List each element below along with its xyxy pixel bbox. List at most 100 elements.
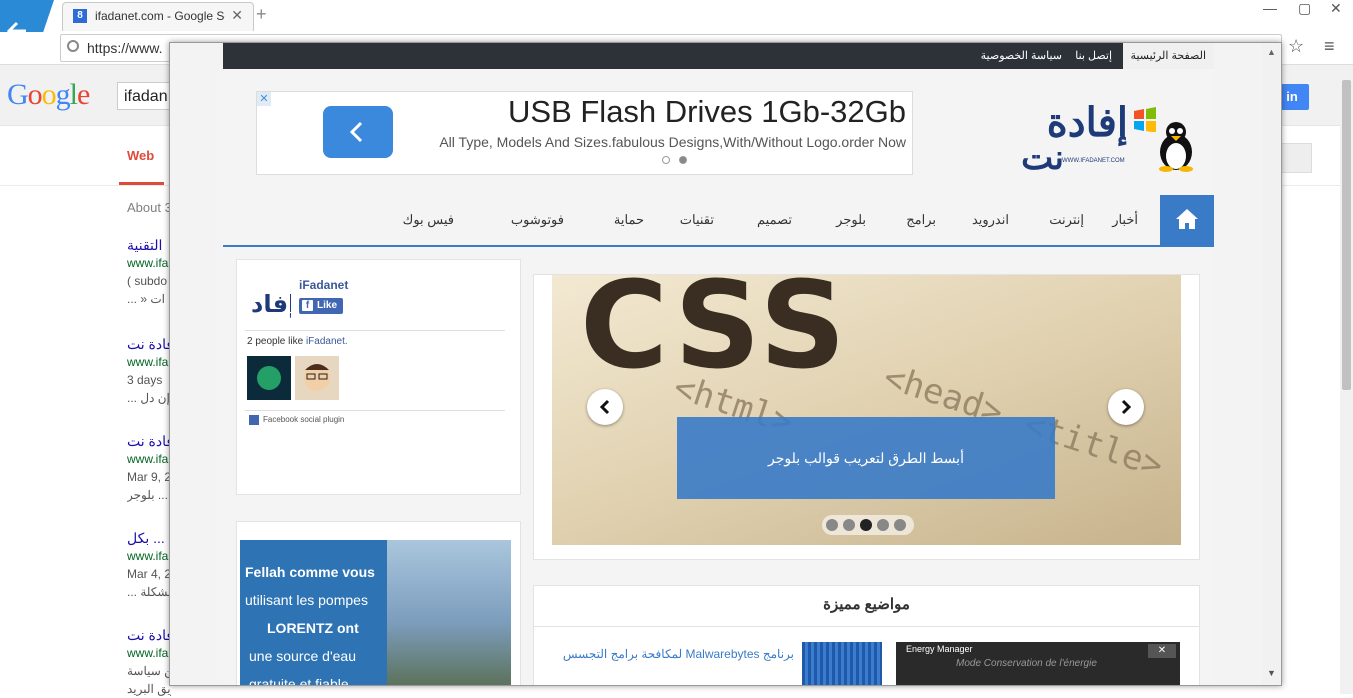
ad-text-line: une source d'eau xyxy=(249,648,356,664)
facebook-like-button[interactable]: f Like xyxy=(299,298,343,314)
result-title[interactable]: فادة نت xyxy=(127,432,171,450)
site-logo[interactable]: إفادة نت WWW.IFADANET.COM xyxy=(1008,98,1198,177)
nav-item[interactable]: حماية xyxy=(614,195,644,245)
fan-avatar[interactable] xyxy=(295,356,339,400)
result-stats: About 3 xyxy=(127,200,172,215)
slider-dot[interactable] xyxy=(826,519,838,531)
topbar-link-home[interactable]: الصفحة الرئيسية xyxy=(1122,43,1214,69)
divider xyxy=(245,330,505,331)
close-icon[interactable]: ✕ xyxy=(231,7,243,24)
slide-caption[interactable]: أبسط الطرق لتعريب قوالب بلوجر xyxy=(677,417,1055,499)
google-logo-letter: o xyxy=(27,78,43,111)
globe-icon xyxy=(67,40,79,52)
slider-dot[interactable] xyxy=(894,519,906,531)
nav-item[interactable]: تصميم xyxy=(757,195,792,245)
facebook-icon: f xyxy=(302,300,313,311)
google-logo-letter: g xyxy=(55,78,71,111)
nav-item[interactable]: تقنيات xyxy=(680,195,714,245)
slider-dot[interactable] xyxy=(843,519,855,531)
scroll-up-icon[interactable]: ▲ xyxy=(1267,47,1276,57)
slider-dot[interactable] xyxy=(860,519,872,531)
topbar-link-privacy[interactable]: سياسة الخصوصية xyxy=(973,43,1070,69)
google-favicon-icon: 8 xyxy=(73,9,87,23)
featured-posts: مواضيع مميزة برنامج Malwarebytes لمكافحة… xyxy=(533,585,1200,685)
search-result[interactable]: فادة نت www.ifa 3 days ... إن دل xyxy=(127,335,171,407)
main-nav: أخبار إنترنت اندرويد برامج بلوجر تصميم تقنيات ح… xyxy=(223,195,1214,247)
facebook-icon xyxy=(249,415,259,425)
slider-dots xyxy=(822,515,914,535)
ad-panel xyxy=(240,540,400,685)
chrome-menu-icon[interactable]: ≡ xyxy=(1324,36,1335,57)
result-title[interactable]: التقنية xyxy=(127,236,171,254)
result-snippet: ... إن دل xyxy=(127,391,170,405)
result-title[interactable]: بكل ... xyxy=(127,529,171,547)
search-result[interactable]: التقنية www.ifa ( subdo ... » ات xyxy=(127,236,171,308)
nav-item[interactable]: بلوجر xyxy=(836,195,866,245)
site-topbar: الصفحة الرئيسية إتصل بنا سياسة الخصوصية xyxy=(223,43,1214,69)
slider-next-button[interactable] xyxy=(1108,389,1144,425)
tab-web[interactable]: Web xyxy=(127,148,154,163)
result-title[interactable]: فادة نت xyxy=(127,626,171,644)
ad-dot-active[interactable] xyxy=(679,156,687,164)
close-icon: ✕ xyxy=(1148,644,1176,658)
google-logo-letter: G xyxy=(7,78,29,111)
browser-tab[interactable]: 8 ifadanet.com - Google Se... ✕ xyxy=(62,2,254,31)
result-snippet: Mar 9, 2 xyxy=(127,470,171,484)
nav-home-button[interactable] xyxy=(1160,195,1214,245)
facebook-page-name[interactable]: iFadanet xyxy=(299,278,348,292)
nav-item[interactable]: فوتوشوب xyxy=(511,195,564,245)
facebook-plugin-label[interactable]: Facebook social plugin xyxy=(249,415,344,425)
featured-post-thumbnail[interactable] xyxy=(802,642,882,685)
tab-title: ifadanet.com - Google Se... xyxy=(95,9,225,23)
result-snippet: بلوجر ... xyxy=(127,488,168,502)
fan-avatar[interactable] xyxy=(247,356,291,400)
search-result[interactable]: بكل ... www.ifa Mar 4, 2 ... مشكلة xyxy=(127,529,171,601)
lorentz-ad[interactable]: Fellah comme vous utilisant les pompes LOR… xyxy=(236,521,521,686)
facebook-widget: إفاد iFadanet fLike 2 people like iFadan… xyxy=(236,259,521,495)
home-icon xyxy=(1176,209,1198,229)
ad-arrow-button[interactable] xyxy=(323,106,393,158)
google-logo-letter: e xyxy=(77,78,90,111)
site-logo-thumbnail: إفاد xyxy=(247,278,291,322)
nav-item[interactable]: اندرويد xyxy=(972,195,1009,245)
search-input[interactable]: ifadan xyxy=(117,82,177,110)
usb-ad-banner[interactable]: ✕ USB Flash Drives 1Gb-32Gb All Type, Mo… xyxy=(256,91,913,175)
google-logo[interactable]: Google xyxy=(7,78,90,112)
preview-popup: الصفحة الرئيسية إتصل بنا سياسة الخصوصية … xyxy=(169,42,1282,686)
chevron-left-icon xyxy=(349,121,363,143)
ad-text-line: utilisant les pompes xyxy=(245,592,368,608)
page-scrollbar-thumb[interactable] xyxy=(1342,80,1351,390)
result-url: www.ifa xyxy=(127,452,169,466)
result-title[interactable]: فادة نت xyxy=(127,335,171,353)
search-result[interactable]: فادة نت www.ifa Mar 9, 2 بلوجر ... xyxy=(127,432,171,504)
slide-image[interactable]: CSS <html> <head> <title> أبسط الطرق لتع… xyxy=(552,275,1181,545)
ad-text-line: gratuite et fiable xyxy=(249,676,349,686)
new-tab-button[interactable]: + xyxy=(256,4,267,25)
ad-photo xyxy=(387,540,511,685)
popup-scrollbar[interactable] xyxy=(1262,43,1280,685)
featured-post-thumbnail[interactable]: Energy Manager Mode Conservation de l'én… xyxy=(896,642,1180,685)
result-url: www.ifa xyxy=(127,549,169,563)
minimize-button[interactable]: — xyxy=(1263,0,1277,16)
result-url: www.ifa xyxy=(127,355,169,369)
ad-dot[interactable] xyxy=(662,156,670,164)
ad-text-line: LORENTZ ont xyxy=(267,620,359,636)
slider-dot[interactable] xyxy=(877,519,889,531)
nav-item[interactable]: إنترنت xyxy=(1049,195,1084,245)
window-close-button[interactable]: ✕ xyxy=(1330,0,1342,17)
google-logo-letter: l xyxy=(69,78,78,111)
slider-prev-button[interactable] xyxy=(587,389,623,425)
logo-url: WWW.IFADANET.COM xyxy=(1062,158,1125,164)
ad-close-icon[interactable]: ✕ xyxy=(257,92,271,106)
maximize-button[interactable]: ▢ xyxy=(1298,0,1311,17)
scroll-down-icon[interactable]: ▼ xyxy=(1267,668,1276,678)
bookmark-star-icon[interactable]: ☆ xyxy=(1288,36,1304,57)
topbar-link-contact[interactable]: إتصل بنا xyxy=(1067,43,1120,69)
nav-item[interactable]: برامج xyxy=(906,195,936,245)
result-snippet: Mar 4, 2 xyxy=(127,567,171,581)
nav-item[interactable]: أخبار xyxy=(1112,195,1138,245)
search-result[interactable]: فادة نت www.ifa من سياسة الخصوصية ، لا تترد… xyxy=(127,626,171,698)
svg-text:إفاد: إفاد xyxy=(251,290,291,318)
featured-post-link[interactable]: برنامج Malwarebytes لمكافحة برامج التجسس xyxy=(554,644,794,664)
nav-item[interactable]: فيس بوك xyxy=(403,195,454,245)
